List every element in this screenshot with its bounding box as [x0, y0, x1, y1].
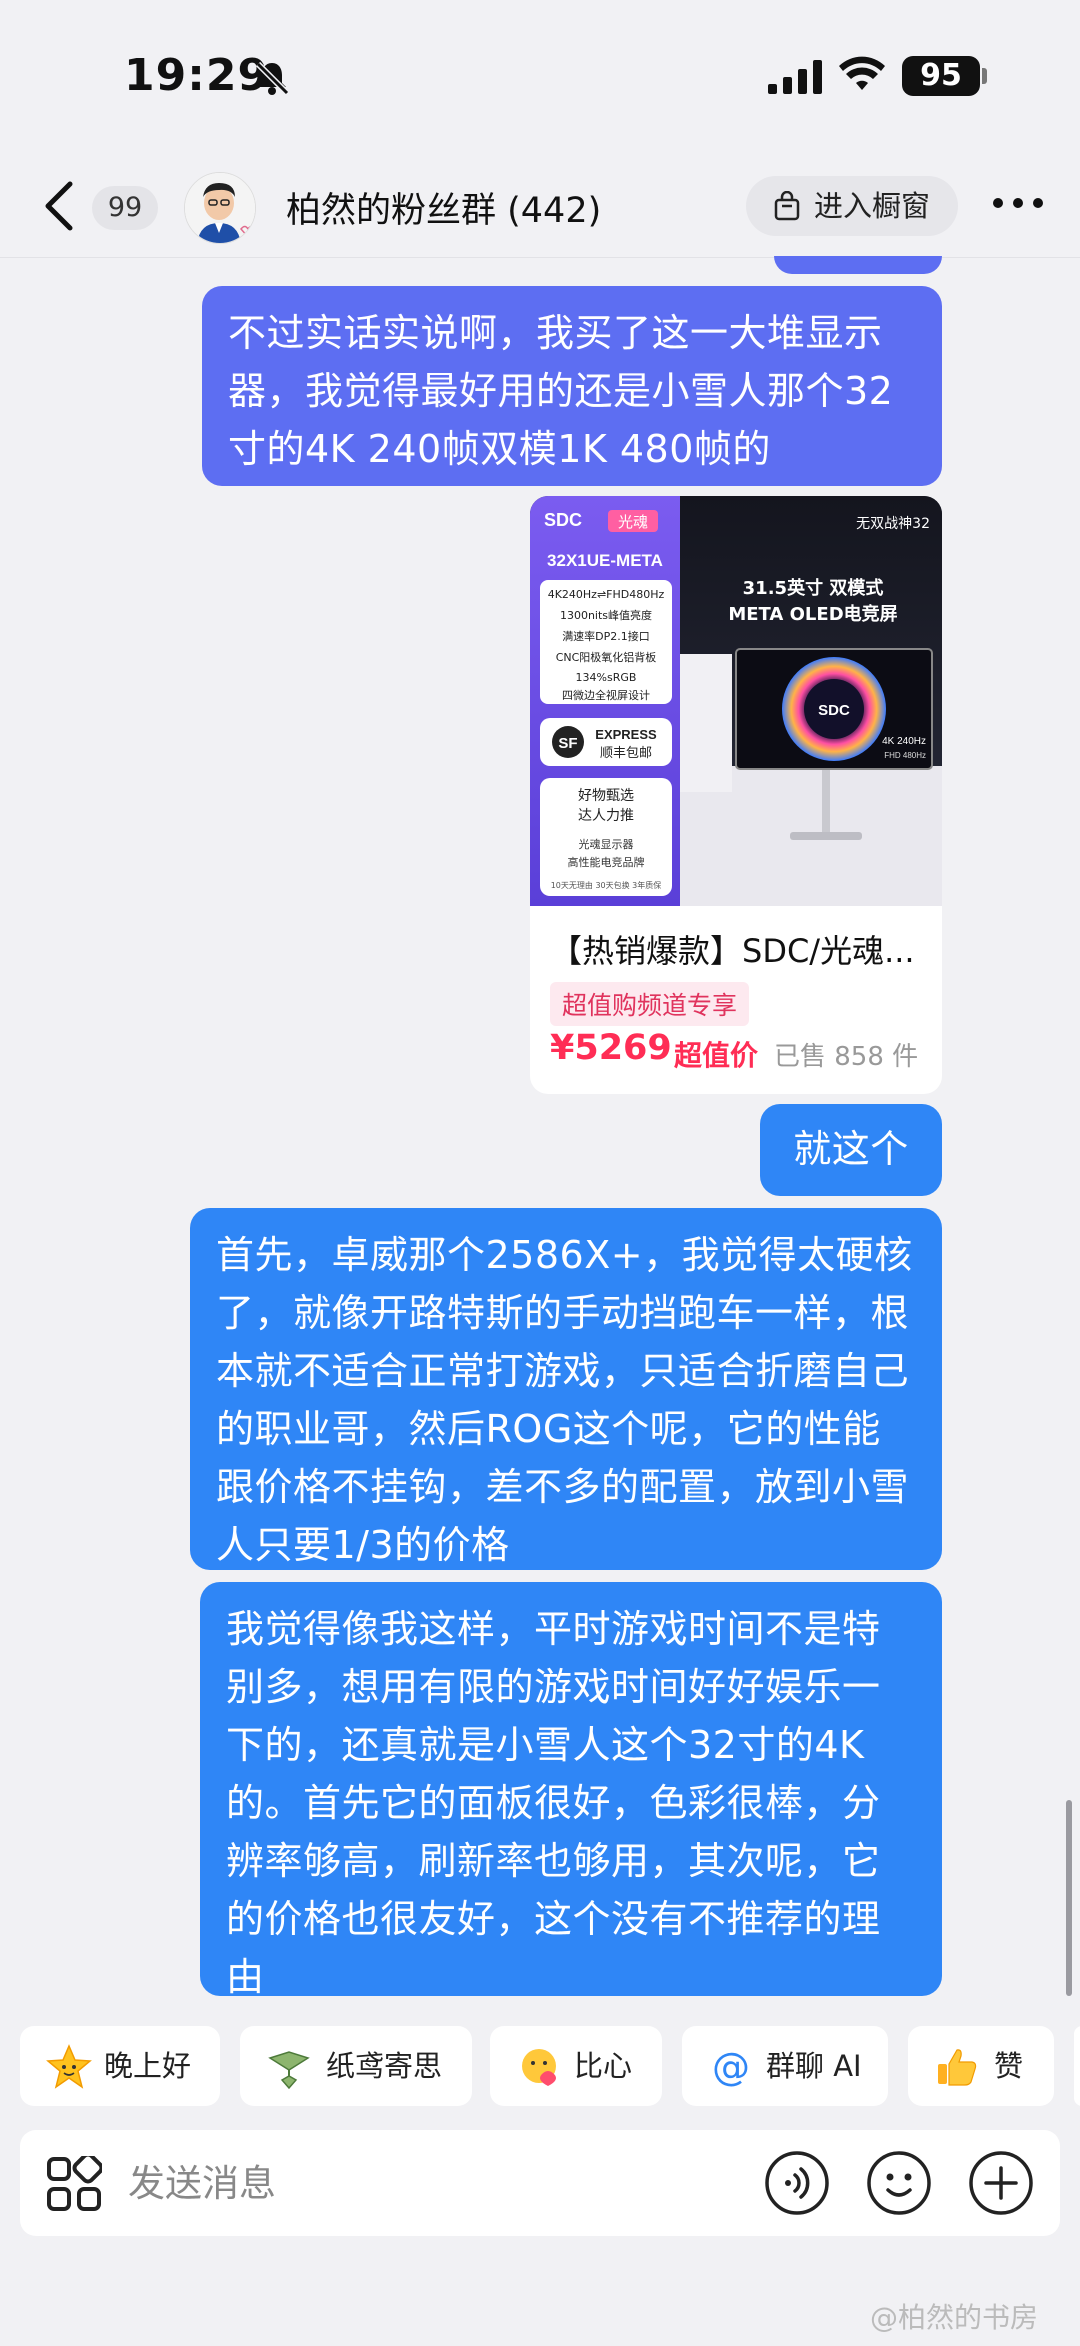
recommend-badge: 好物甄选 达人力推 光魂显示器 高性能电竞品牌 10天无理由 30天包换 3年质… [540, 778, 672, 896]
bell-off-icon [255, 61, 290, 96]
plus-icon[interactable] [968, 2150, 1034, 2216]
svg-text:SF: SF [558, 735, 577, 752]
quick-reply-heart-hands[interactable]: 比心 [490, 2026, 662, 2106]
chip-label: 纸鸢寄思 [326, 2049, 443, 2083]
status-bar: 19:29 95 [0, 0, 1080, 150]
express-badge: SF EXPRESS 顺丰包邮 [540, 718, 672, 766]
brand-cn-logo: 光魂 [618, 513, 648, 531]
signal-icon [768, 60, 822, 94]
svg-text:1300nits峰值亮度: 1300nits峰值亮度 [560, 608, 652, 622]
more-icon[interactable] [990, 188, 1046, 218]
model-name: 32X1UE-META [547, 551, 663, 570]
message-input[interactable] [128, 2148, 748, 2218]
sold-count: 已售 858 件 [774, 1042, 919, 1072]
emoji-icon[interactable] [866, 2150, 932, 2216]
battery-tip [982, 68, 987, 84]
chip-label: 群聊 AI [766, 2049, 862, 2083]
message-bubble[interactable]: 不过实话实说啊，我买了这一大堆显示器，我觉得最好用的还是小雪人那个32寸的4K … [202, 286, 942, 486]
scrollbar[interactable] [1066, 1800, 1072, 1996]
quick-reply-good-evening[interactable]: 晚上好 [20, 2026, 220, 2106]
product-card[interactable]: SDC 光魂 32X1UE-META 4K240Hz⇌FHD480Hz 1300… [530, 496, 942, 1094]
shopping-bag-icon [774, 191, 800, 221]
quick-reply-overflow[interactable] [1074, 2026, 1080, 2106]
chip-label: 赞 [994, 2049, 1024, 2083]
previous-message-bubble[interactable] [774, 256, 942, 274]
brand-logo: SDC [544, 510, 582, 530]
quick-reply-kite[interactable]: 纸鸢寄思 [240, 2026, 472, 2106]
unread-count-badge[interactable]: 99 [92, 186, 158, 230]
svg-text:134%sRGB: 134%sRGB [576, 671, 637, 684]
product-channel-tag: 超值购频道专享 [550, 982, 750, 1026]
voice-icon[interactable] [764, 2150, 830, 2216]
svg-text:@: @ [712, 2045, 750, 2089]
spec-list: 4K240Hz⇌FHD480Hz 1300nits峰值亮度 满速率DP2.1接口… [540, 580, 672, 704]
headline-2: META OLED电竞屏 [728, 603, 897, 625]
price-label: 超值价 [674, 1039, 759, 1072]
message-bubble[interactable]: 我觉得像我这样，平时游戏时间不是特别多，想用有限的游戏时间好好娱乐一下的，还真就… [200, 1582, 942, 1999]
chip-label: 晚上好 [104, 2049, 192, 2083]
at-icon: @ [712, 2045, 750, 2089]
product-image[interactable]: SDC 光魂 32X1UE-META 4K240Hz⇌FHD480Hz 1300… [530, 496, 942, 906]
svg-text:顺丰包邮: 顺丰包邮 [600, 746, 652, 761]
status-time: 19:29 [124, 50, 270, 101]
quick-reply-like[interactable]: 赞 [908, 2026, 1054, 2106]
quick-reply-group-ai[interactable]: @ 群聊 AI [682, 2026, 888, 2106]
enter-store-button[interactable]: 进入橱窗 [746, 176, 958, 236]
product-title[interactable]: 【热销爆款】SDC/光魂... [550, 926, 930, 972]
svg-text:CNC阳极氧化铝背板: CNC阳极氧化铝背板 [556, 650, 657, 664]
svg-text:EXPRESS: EXPRESS [595, 727, 657, 742]
svg-text:FHD 480Hz: FHD 480Hz [884, 751, 926, 760]
svg-text:10天无理由 30天包换 3年质保: 10天无理由 30天包换 3年质保 [551, 880, 662, 890]
svg-text:光魂显示器: 光魂显示器 [579, 837, 634, 851]
chip-label: 比心 [574, 2049, 633, 2083]
message-bubble[interactable]: 首先，卓威那个2586X+，我觉得太硬核了，就像开路特斯的手动挡跑车一样，根本就… [190, 1208, 942, 1570]
product-price: ¥5269 [550, 1028, 672, 1068]
battery-indicator: 95 [902, 56, 980, 96]
series-name: 无双战神32 [856, 516, 930, 532]
group-title[interactable]: 柏然的粉丝群 (442) [286, 182, 601, 233]
thumbs-up-icon [938, 2049, 977, 2086]
enter-store-label: 进入橱窗 [814, 189, 931, 223]
svg-text:好物甄选: 好物甄选 [578, 788, 634, 804]
apps-grid-icon[interactable] [46, 2156, 102, 2212]
wifi-icon [839, 56, 885, 90]
heart-hands-emoji-icon [522, 2049, 556, 2086]
svg-text:SDC: SDC [818, 702, 850, 719]
avatar-image [185, 173, 255, 243]
watermark: @柏然的书房 [870, 2301, 1039, 2334]
chat-header: 99 柏然的粉丝群 (442) 进入橱窗 [0, 150, 1080, 258]
message-input-bar [20, 2130, 1060, 2236]
svg-text:四微边全视屏设计: 四微边全视屏设计 [562, 688, 650, 702]
svg-text:满速率DP2.1接口: 满速率DP2.1接口 [562, 629, 650, 643]
svg-text:高性能电竞品牌: 高性能电竞品牌 [568, 855, 645, 869]
svg-text:4K240Hz⇌FHD480Hz: 4K240Hz⇌FHD480Hz [548, 588, 665, 601]
back-button[interactable] [40, 180, 80, 232]
quick-reply-bar: 晚上好 纸鸢寄思 比心 @ 群聊 AI 赞 [0, 2026, 1080, 2106]
group-avatar[interactable] [184, 172, 256, 244]
message-bubble[interactable]: 就这个 [760, 1104, 942, 1196]
kite-icon [268, 2051, 310, 2090]
star-emoji-icon [46, 2044, 92, 2089]
svg-text:4K 240Hz: 4K 240Hz [882, 736, 926, 747]
headline-1: 31.5英寸 双模式 [743, 577, 884, 599]
svg-text:达人力推: 达人力推 [578, 808, 634, 824]
